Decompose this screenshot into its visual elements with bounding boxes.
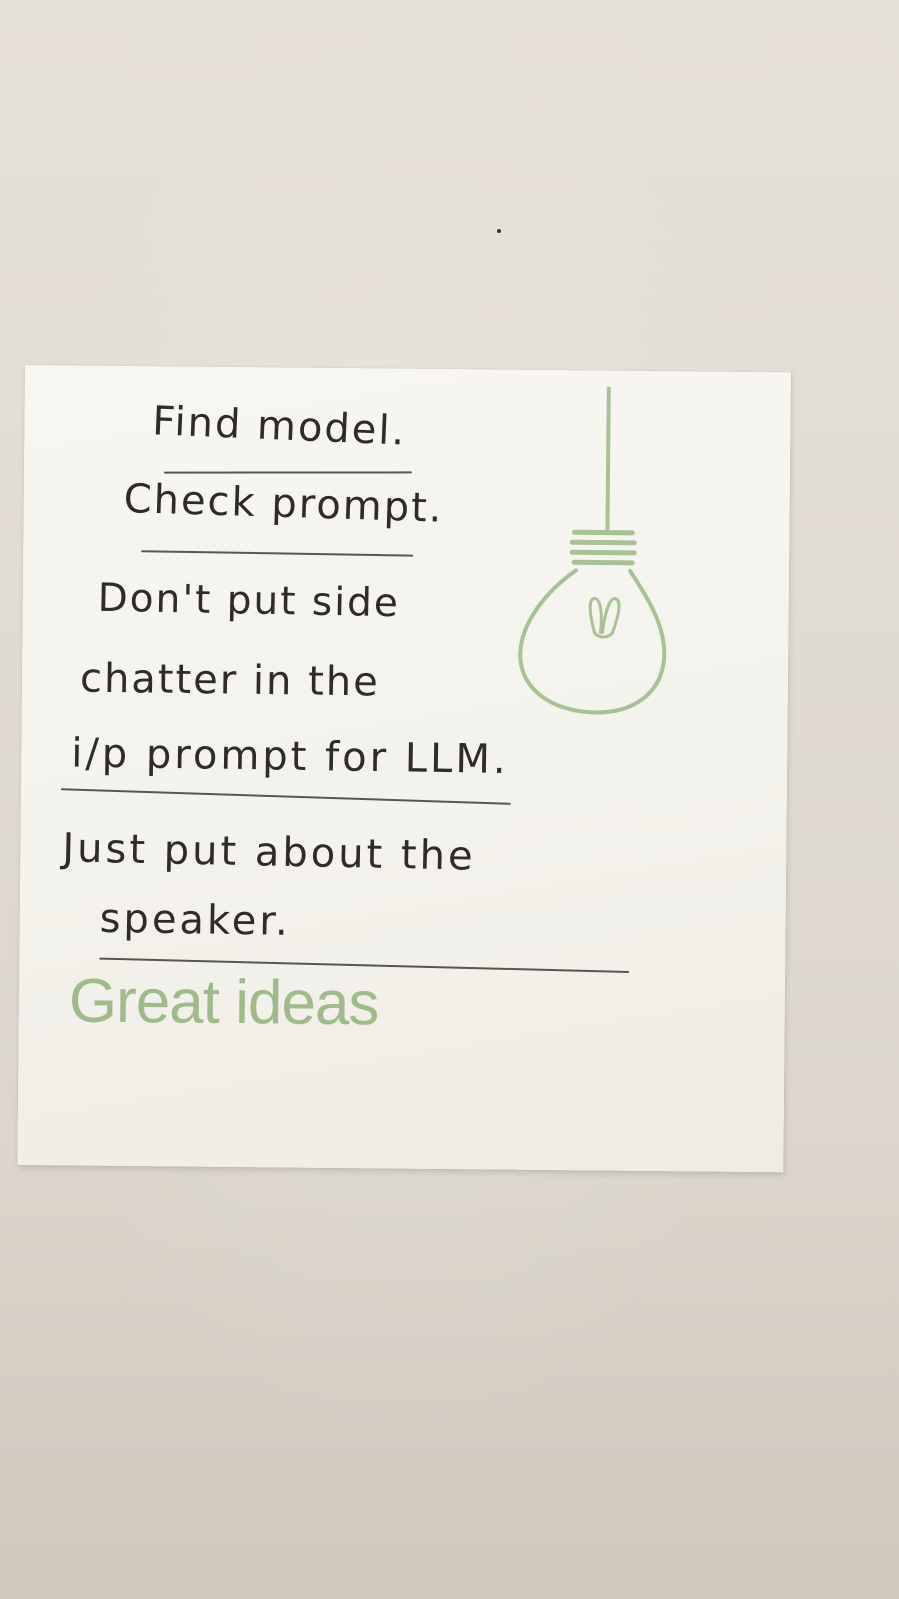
sticky-note: Find model. Check prompt. Don't put side…: [17, 365, 791, 1173]
underline-1: [163, 471, 412, 474]
brand-text: Great ideas: [68, 966, 379, 1039]
note-line-2: Check prompt.: [123, 475, 445, 532]
wall-speck: [497, 229, 501, 233]
note-line-7: speaker.: [99, 895, 292, 945]
note-line-5: i/p prompt for LLM.: [70, 730, 509, 783]
note-line-3: Don't put side: [97, 575, 401, 627]
note-line-6: Just put about the: [61, 825, 477, 880]
note-line-4: chatter in the: [79, 655, 381, 706]
